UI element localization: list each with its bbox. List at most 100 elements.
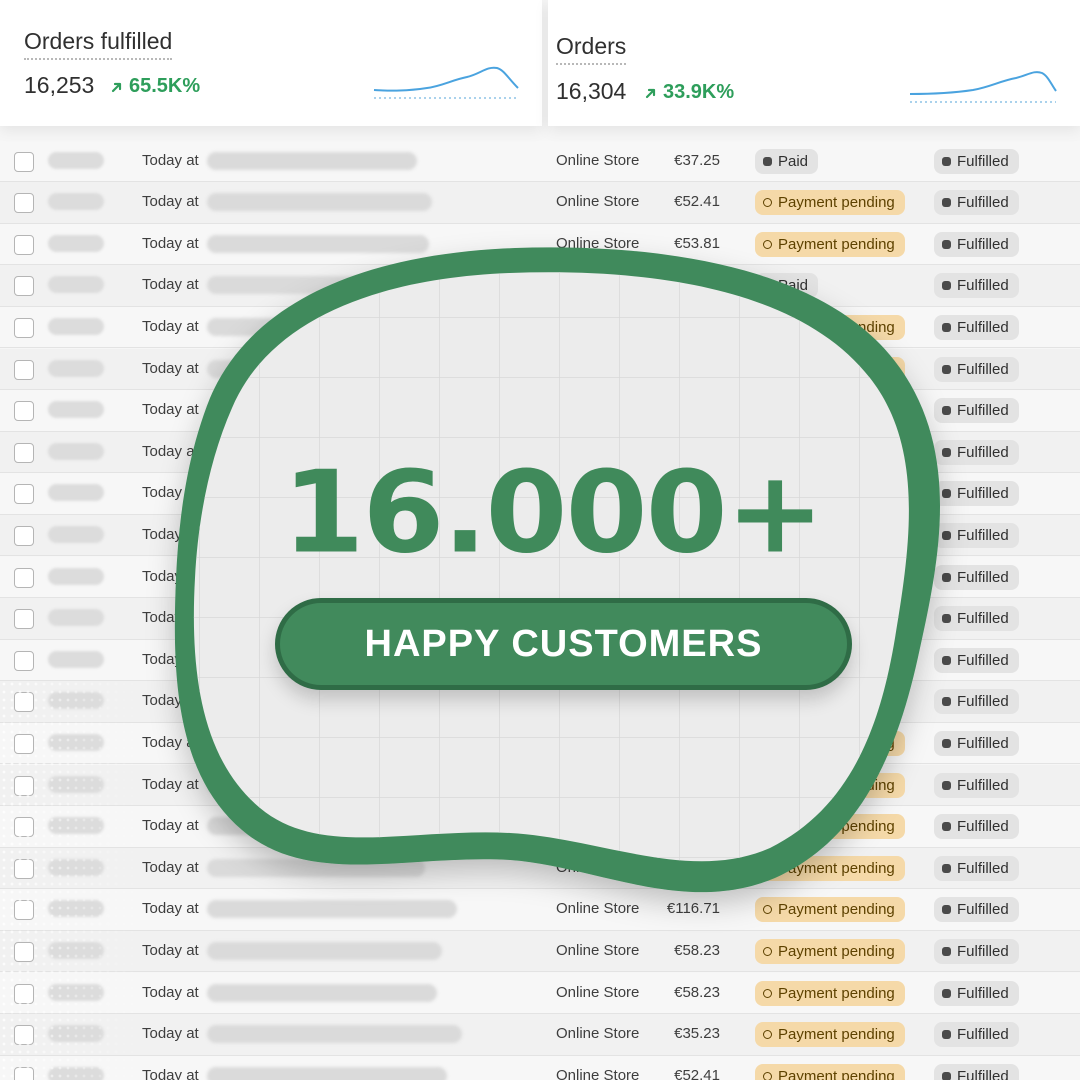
fulfillment-status-badge: Fulfilled <box>934 772 1019 798</box>
fulfillment-status-badge: Fulfilled <box>934 398 1019 424</box>
table-row[interactable]: Today at Online Store €58.23 Payment pendin… <box>0 972 1080 1015</box>
row-checkbox[interactable] <box>14 484 34 505</box>
order-date: Today at <box>142 1066 199 1080</box>
table-row[interactable]: Today at Online Store €52.41 Payment pendin… <box>0 1055 1080 1080</box>
payment-status-label: Payment pending <box>778 942 895 960</box>
fulfilled-dot-icon <box>942 1030 951 1040</box>
payment-status-badge: Payment pending <box>755 938 905 964</box>
fulfilled-dot-icon <box>942 239 951 249</box>
fulfillment-status-badge: Fulfilled <box>934 814 1019 840</box>
trend-value: 33.9K% <box>663 81 735 103</box>
order-date: Today at <box>142 941 199 959</box>
customer-count: 16.000+ <box>282 445 824 579</box>
fulfilled-dot-icon <box>942 406 951 416</box>
fulfillment-status-badge: Fulfilled <box>934 689 1019 715</box>
fulfillment-status-badge: Fulfilled <box>934 1063 1019 1080</box>
fulfillment-status-label: Fulfilled <box>957 485 1009 503</box>
fulfilled-dot-icon <box>942 281 951 291</box>
fulfillment-status-label: Fulfilled <box>957 1026 1009 1044</box>
fulfillment-status-badge: Fulfilled <box>934 231 1019 257</box>
stat-title: Orders fulfilled <box>24 28 173 60</box>
table-row[interactable]: Today at Online Store €116.71 Payment pendi… <box>0 889 1080 931</box>
pending-circle-icon <box>763 1071 772 1080</box>
sales-channel: Online Store <box>556 151 640 169</box>
payment-status-label: Payment pending <box>778 984 895 1002</box>
table-row[interactable]: Today at Online Store €52.41 Payment pendin… <box>0 182 1080 224</box>
customer-redacted <box>207 1066 447 1080</box>
fulfillment-status-label: Fulfilled <box>957 318 1009 336</box>
row-checkbox[interactable] <box>14 567 34 588</box>
row-checkbox[interactable] <box>14 401 34 422</box>
customer-redacted <box>207 193 432 212</box>
row-checkbox[interactable] <box>14 234 34 255</box>
fulfillment-status-badge: Fulfilled <box>934 564 1019 590</box>
order-number-redacted <box>48 442 104 460</box>
paid-dot-icon <box>763 156 772 166</box>
table-row[interactable]: Today at Online Store €58.23 Payment pendin… <box>0 930 1080 973</box>
row-checkbox[interactable] <box>14 525 34 546</box>
row-checkbox[interactable] <box>14 359 34 380</box>
fulfillment-status-label: Fulfilled <box>957 568 1009 586</box>
fulfilled-dot-icon <box>942 863 951 873</box>
fulfilled-dot-icon <box>942 946 951 956</box>
trend-indicator: 33.9K% <box>644 81 734 104</box>
row-checkbox[interactable] <box>14 317 34 338</box>
orders-fulfilled-card[interactable]: Orders fulfilled 16,253 65.5K% <box>0 0 542 126</box>
fulfilled-dot-icon <box>942 988 951 998</box>
pending-circle-icon <box>763 988 772 998</box>
fulfillment-status-badge: Fulfilled <box>934 314 1019 340</box>
fulfillment-status-badge: Fulfilled <box>934 897 1019 923</box>
customer-redacted <box>207 983 437 1002</box>
orders-card[interactable]: Orders 16,304 33.9K% <box>548 0 1080 126</box>
stat-title: Orders <box>556 33 627 65</box>
fulfillment-status-label: Fulfilled <box>957 984 1009 1002</box>
arrow-up-right-icon <box>111 82 122 92</box>
fulfillment-status-label: Fulfilled <box>957 693 1009 711</box>
payment-status-label: Payment pending <box>778 1026 895 1044</box>
payment-status-badge: Paid <box>755 148 819 174</box>
fulfilled-dot-icon <box>942 572 951 582</box>
stat-value: 16,304 <box>556 78 627 104</box>
fulfillment-status-label: Fulfilled <box>957 610 1009 628</box>
payment-status-badge: Payment pending <box>755 1022 905 1048</box>
fulfillment-status-label: Fulfilled <box>957 734 1009 752</box>
fulfillment-status-label: Fulfilled <box>957 942 1009 960</box>
fulfillment-status-label: Fulfilled <box>957 152 1009 170</box>
payment-status-badge: Payment pending <box>755 897 905 923</box>
order-date: Today at <box>142 1025 199 1043</box>
fulfilled-dot-icon <box>942 322 951 332</box>
order-date: Today at <box>142 193 199 211</box>
fulfillment-status-label: Fulfilled <box>957 194 1009 212</box>
fulfillment-status-label: Fulfilled <box>957 776 1009 794</box>
order-number-redacted <box>48 234 104 252</box>
order-date: Today at <box>142 151 199 169</box>
table-row[interactable]: Today at Online Store €37.25 Paid Fulfilled <box>0 140 1080 183</box>
order-number-redacted <box>48 484 104 502</box>
order-total: €35.23 <box>674 1025 720 1043</box>
fulfillment-status-badge: Fulfilled <box>934 356 1019 382</box>
order-total: €52.41 <box>674 1066 720 1080</box>
sparkline-chart <box>373 66 519 99</box>
row-checkbox[interactable] <box>14 650 34 671</box>
fulfillment-status-badge: Fulfilled <box>934 647 1019 673</box>
table-row[interactable]: Today at Online Store €35.23 Payment pendin… <box>0 1014 1080 1056</box>
fulfillment-status-badge: Fulfilled <box>934 1022 1019 1048</box>
order-total: €116.71 <box>666 900 720 918</box>
payment-status-label: Payment pending <box>778 901 895 919</box>
row-checkbox[interactable] <box>14 442 34 463</box>
payment-status-badge: Payment pending <box>755 1063 905 1080</box>
sales-channel: Online Store <box>556 983 640 1001</box>
fulfilled-dot-icon <box>942 822 951 832</box>
order-total: €58.23 <box>674 983 720 1001</box>
fulfillment-status-badge: Fulfilled <box>934 606 1019 632</box>
row-checkbox[interactable] <box>14 276 34 297</box>
fulfilled-dot-icon <box>942 905 951 915</box>
row-checkbox[interactable] <box>14 193 34 214</box>
order-date: Today at <box>142 900 199 918</box>
row-checkbox[interactable] <box>14 609 34 630</box>
fulfillment-status-badge: Fulfilled <box>934 730 1019 756</box>
pending-circle-icon <box>763 946 772 956</box>
row-checkbox[interactable] <box>14 151 34 172</box>
pending-circle-icon <box>763 198 772 208</box>
order-number-redacted <box>48 359 104 377</box>
